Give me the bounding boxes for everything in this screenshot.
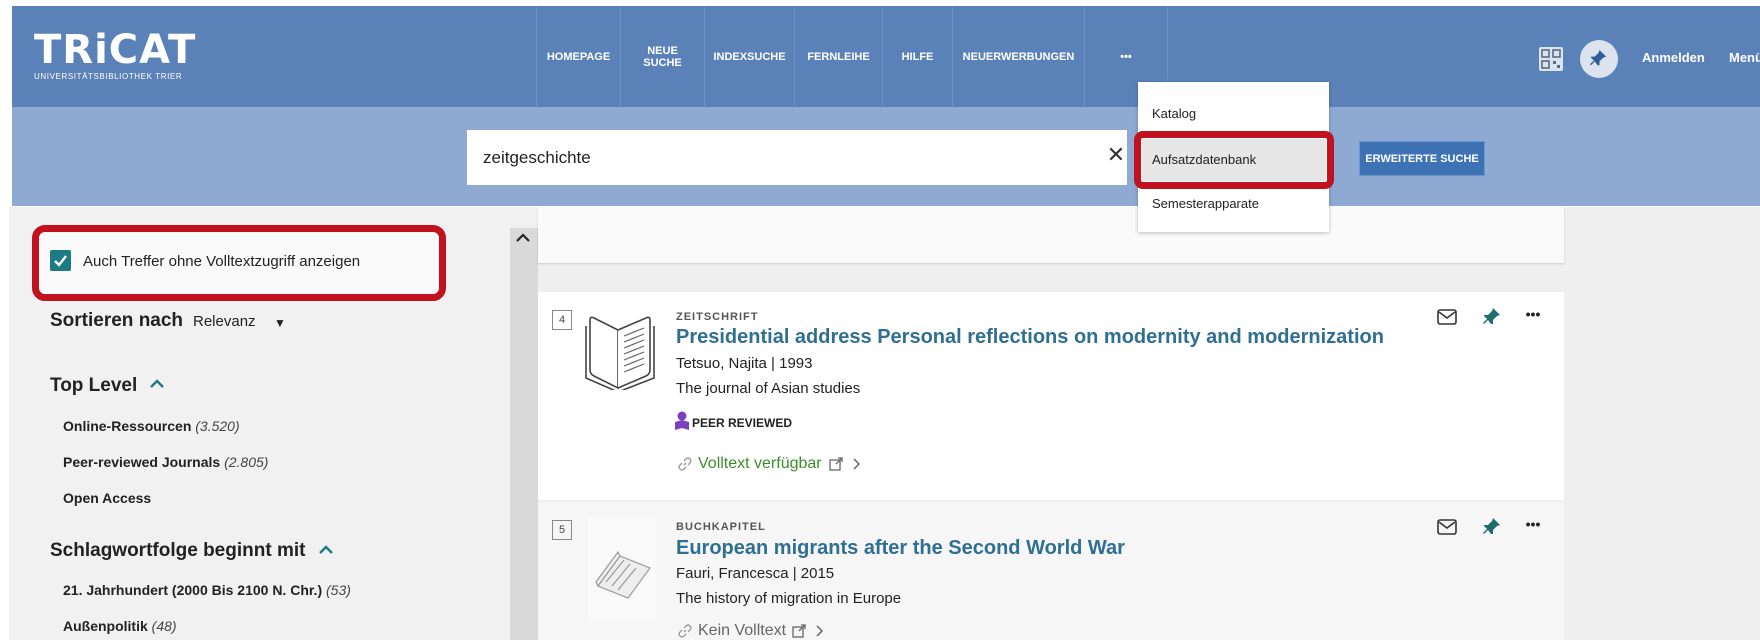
logo-subtitle: UNIVERSITÄTSBIBLIOTHEK TRIER <box>34 72 183 81</box>
sort-label: Sortieren nach <box>50 310 184 331</box>
result-number: 4 <box>552 310 572 330</box>
scroll-gap <box>510 207 538 228</box>
scroll-track[interactable] <box>510 228 538 640</box>
dropdown-item-aufsatzdatenbank[interactable]: Aufsatzdatenbank <box>1152 152 1256 167</box>
more-actions-icon[interactable]: ••• <box>1522 303 1544 325</box>
facet-label: 21. Jahrhundert (2000 Bis 2100 N. Chr.) <box>63 582 323 598</box>
caret-down-icon[interactable]: ▼ <box>274 316 286 330</box>
result-title[interactable]: Presidential address Personal reflection… <box>676 326 1384 349</box>
result-type: BUCHKAPITEL <box>676 521 766 533</box>
partial-result-card <box>538 207 1564 263</box>
result-source: The history of migration in Europe <box>676 590 902 607</box>
result-type: ZEITSCHRIFT <box>676 311 759 323</box>
nav-indexsuche[interactable]: INDEXSUCHE <box>704 6 794 107</box>
logo-text: TRiCAT <box>34 27 197 73</box>
facet-item[interactable]: Open Access <box>63 490 151 506</box>
facet-count: (3.520) <box>195 418 240 434</box>
peer-reviewed-icon <box>674 411 690 436</box>
nav-neue-suche[interactable]: NEUE SUCHE <box>620 6 704 107</box>
journal-book-icon <box>584 308 656 395</box>
top-level-heading[interactable]: Top Level <box>50 375 137 397</box>
fulltext-available-link[interactable]: Volltext verfügbar <box>698 455 822 473</box>
facet-count: (2.805) <box>224 454 269 470</box>
result-author-year: Tetsuo, Najita | 1993 <box>676 355 813 372</box>
nav-fernleihe[interactable]: FERNLEIHE <box>794 6 882 107</box>
facet-label: Peer-reviewed Journals <box>63 454 221 470</box>
chevron-right-icon[interactable] <box>851 457 861 476</box>
nav-homepage[interactable]: HOMEPAGE <box>536 6 620 107</box>
facet-item[interactable]: 21. Jahrhundert (2000 Bis 2100 N. Chr.) … <box>63 582 351 598</box>
email-icon[interactable] <box>1436 306 1458 328</box>
clear-search-icon[interactable]: ✕ <box>1104 143 1128 167</box>
dropdown-item-semesterapparate[interactable]: Semesterapparate <box>1152 196 1259 211</box>
fulltext-checkbox-label[interactable]: Auch Treffer ohne Volltextzugriff anzeig… <box>83 253 360 270</box>
qr-code-icon[interactable] <box>1536 44 1566 74</box>
result-number: 5 <box>552 520 572 540</box>
pin-icon[interactable] <box>1481 516 1503 538</box>
menu-link[interactable]: Menü <box>1729 50 1760 65</box>
facet-item[interactable]: Online-Ressourcen (3.520) <box>63 418 240 434</box>
facet-count: (48) <box>151 618 177 634</box>
facet-item[interactable]: Peer-reviewed Journals (2.805) <box>63 454 268 470</box>
external-link-icon[interactable] <box>829 457 843 476</box>
no-fulltext-link[interactable]: Kein Volltext <box>698 622 786 640</box>
facet-item[interactable]: Außenpolitik (48) <box>63 618 177 634</box>
external-link-icon[interactable] <box>792 624 806 643</box>
facet-count: (53) <box>326 582 351 598</box>
nav-neuerwerbungen[interactable]: NEUERWERBUNGEN <box>952 6 1084 107</box>
more-actions-icon[interactable]: ••• <box>1522 513 1544 535</box>
peer-reviewed-badge: PEER REVIEWED <box>692 416 793 430</box>
pin-icon[interactable] <box>1580 40 1618 78</box>
sort-select[interactable]: Relevanz <box>193 313 256 330</box>
scroll-up-icon[interactable] <box>515 231 531 247</box>
subject-heading[interactable]: Schlagwortfolge beginnt mit <box>50 540 305 562</box>
email-icon[interactable] <box>1436 516 1458 538</box>
search-input[interactable] <box>467 130 1127 185</box>
facet-label: Online-Ressourcen <box>63 418 192 434</box>
checkbox-checked-icon[interactable] <box>50 250 71 271</box>
facet-label: Außenpolitik <box>63 618 148 634</box>
tricat-logo[interactable]: TRiCAT UNIVERSITÄTSBIBLIOTHEK TRIER <box>34 30 196 81</box>
advanced-search-button[interactable]: ERWEITERTE SUCHE <box>1359 141 1485 176</box>
result-source: The journal of Asian studies <box>676 380 861 397</box>
book-chapter-thumbnail <box>588 518 656 622</box>
login-link[interactable]: Anmelden <box>1642 50 1705 65</box>
link-icon <box>678 457 692 476</box>
chevron-up-icon[interactable] <box>149 377 165 395</box>
chevron-right-icon[interactable] <box>814 624 824 643</box>
result-author-year: Fauri, Francesca | 2015 <box>676 565 835 582</box>
dropdown-item-katalog[interactable]: Katalog <box>1152 106 1196 121</box>
chevron-up-icon[interactable] <box>318 543 334 561</box>
facet-label: Open Access <box>63 490 152 506</box>
nav-hilfe[interactable]: HILFE <box>882 6 952 107</box>
result-title[interactable]: European migrants after the Second World… <box>676 537 1125 560</box>
pin-icon[interactable] <box>1481 306 1503 328</box>
link-icon <box>678 624 692 643</box>
